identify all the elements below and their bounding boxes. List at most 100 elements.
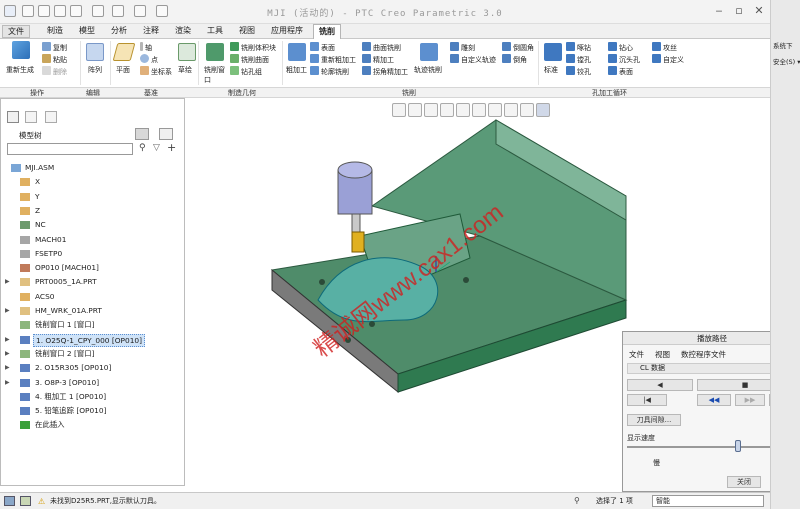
expand-arrow-icon[interactable]: ▶ [5, 304, 10, 318]
mill-volume-button[interactable]: 铣削体积块 [230, 42, 276, 53]
face-drill-button[interactable]: 表面 [608, 66, 633, 77]
standard-drill-label[interactable]: 标准 [544, 65, 558, 75]
expand-arrow-icon[interactable]: ▶ [5, 376, 10, 390]
regenerate-icon[interactable] [12, 41, 30, 59]
tree-item[interactable]: Y [1, 190, 184, 204]
tree-item[interactable]: NC [1, 218, 184, 232]
annotation-display-icon[interactable] [536, 103, 550, 117]
search-icon[interactable]: ⚲ [139, 143, 149, 153]
tree-item[interactable]: 在此插入 [1, 418, 184, 432]
rerough-button[interactable]: 重新粗加工 [310, 54, 356, 65]
tree-columns-icon[interactable] [159, 128, 173, 140]
mill-surface-button[interactable]: 铣削曲面 [230, 54, 269, 65]
model-tree-tab-icon[interactable] [7, 111, 19, 123]
find-icon[interactable]: ⚲ [574, 496, 580, 505]
engrave-button[interactable]: 雕刻 [450, 42, 475, 53]
zoom-out-icon[interactable] [424, 103, 438, 117]
refit-icon[interactable] [392, 103, 406, 117]
peck-drill-button[interactable]: 啄钻 [566, 42, 591, 53]
mill-window-label[interactable]: 铣削窗口 [204, 65, 228, 85]
delete-button[interactable]: 删除 [42, 66, 67, 77]
tree-item[interactable]: ▶ HM_WRK_01A.PRT [1, 304, 184, 318]
view-manager-icon[interactable] [488, 103, 502, 117]
tree-settings-icon[interactable] [135, 128, 149, 140]
rough-icon[interactable] [288, 43, 306, 61]
tree-item[interactable]: MACH01 [1, 233, 184, 247]
step-forward-button[interactable]: ▶▶ [735, 394, 765, 406]
play-back-button[interactable]: ◀ [627, 379, 693, 391]
group-datum[interactable]: 基准 [144, 88, 158, 98]
countersink-button[interactable]: 沉头孔 [608, 54, 640, 65]
tab-manufacture[interactable]: 制造 [42, 24, 68, 39]
tree-item[interactable]: OP010 [MACH01] [1, 261, 184, 275]
trajectory-icon[interactable] [420, 43, 438, 61]
tree-item[interactable]: Z [1, 204, 184, 218]
curve-mill-button[interactable]: 曲面铣削 [362, 42, 401, 53]
expand-arrow-icon[interactable]: ▶ [5, 361, 10, 375]
step-back-button[interactable]: ◀◀ [697, 394, 731, 406]
expand-arrow-icon[interactable]: ▶ [5, 275, 10, 289]
saved-views-icon[interactable] [472, 103, 486, 117]
pattern-icon[interactable] [86, 43, 104, 61]
pattern-label[interactable]: 阵列 [88, 65, 102, 75]
tree-item[interactable]: ▶ 2. O15R305 [OP010] [1, 361, 184, 375]
perspective-icon[interactable] [504, 103, 518, 117]
tab-milling[interactable]: 铣削 [313, 24, 341, 40]
group-operate[interactable]: 操作 [30, 88, 44, 98]
adjacent-label-2[interactable]: 安全(S) ▾ [773, 56, 800, 66]
dialog-close-button[interactable]: 关闭 [727, 476, 761, 488]
regen-label[interactable]: 重新生成 [6, 65, 34, 75]
tab-render[interactable]: 渲染 [170, 24, 196, 39]
dialog-menu-view[interactable]: 视图 [655, 349, 670, 360]
group-edit[interactable]: 编辑 [86, 88, 100, 98]
display-style-icon[interactable] [456, 103, 470, 117]
group-mfg-geometry[interactable]: 制造几何 [228, 88, 256, 98]
trajectory-label[interactable]: 轨迹铣削 [414, 65, 442, 75]
tree-item[interactable]: X [1, 175, 184, 189]
plane-label[interactable]: 平面 [116, 65, 130, 75]
tab-analysis[interactable]: 分析 [106, 24, 132, 39]
close-icon[interactable]: ✕ [750, 3, 768, 19]
tree-item[interactable]: 5. 铅笔追踪 [OP010] [1, 404, 184, 418]
tree-item[interactable]: MJI.ASM [1, 161, 184, 175]
maximize-icon[interactable]: ▫ [730, 3, 748, 19]
tree-item[interactable]: 4. 粗加工 1 [OP010] [1, 390, 184, 404]
speed-slider-thumb[interactable] [735, 440, 741, 452]
tree-item[interactable]: ACS0 [1, 290, 184, 304]
mill-window-icon[interactable] [206, 43, 224, 61]
show-browser-icon[interactable] [20, 496, 31, 506]
tree-item[interactable]: ▶ 3. O8P-3 [OP010] [1, 376, 184, 390]
drill-group-button[interactable]: 钻孔组 [230, 66, 262, 77]
dialog-menu-file[interactable]: 文件 [629, 349, 644, 360]
filter-icon[interactable]: ▽ [153, 143, 163, 153]
tab-tools[interactable]: 工具 [202, 24, 228, 39]
tree-item[interactable]: 铣削窗口 1 [窗口] [1, 318, 184, 332]
sketch-label[interactable]: 草绘 [178, 65, 192, 75]
group-milling[interactable]: 铣削 [402, 88, 416, 98]
point-button[interactable]: 点 [140, 54, 158, 65]
axis-button[interactable]: 轴 [140, 42, 152, 53]
sketch-icon[interactable] [178, 43, 196, 61]
standard-drill-icon[interactable] [544, 43, 562, 61]
tree-item[interactable]: FSETP0 [1, 247, 184, 261]
contour-mill-button[interactable]: 轮廓铣削 [310, 66, 349, 77]
expand-arrow-icon[interactable]: ▶ [5, 333, 10, 347]
csys-button[interactable]: 坐标系 [140, 66, 172, 77]
tab-model[interactable]: 模型 [74, 24, 100, 39]
datum-display-icon[interactable] [520, 103, 534, 117]
dialog-menu-nc-file[interactable]: 数控程序文件 [681, 349, 726, 360]
rewind-start-button[interactable]: |◀ [627, 394, 667, 406]
show-navigator-icon[interactable] [4, 496, 15, 506]
tree-item[interactable]: ▶ 铣削窗口 2 [窗口] [1, 347, 184, 361]
paste-button[interactable]: 粘贴 [42, 54, 67, 65]
bore-button[interactable]: 镗孔 [566, 54, 591, 65]
minimize-icon[interactable]: ‒ [710, 3, 728, 19]
surface-mill-button[interactable]: 表面 [310, 42, 335, 53]
plane-icon[interactable] [112, 43, 136, 61]
repaint-icon[interactable] [440, 103, 454, 117]
tree-item[interactable]: ▶ PRT0005_1A.PRT [1, 275, 184, 289]
custom-hole-button[interactable]: 自定义 [652, 54, 684, 65]
rough-label[interactable]: 粗加工 [286, 65, 307, 75]
tab-file[interactable]: 文件 [2, 25, 30, 38]
add-icon[interactable]: + [167, 141, 177, 154]
